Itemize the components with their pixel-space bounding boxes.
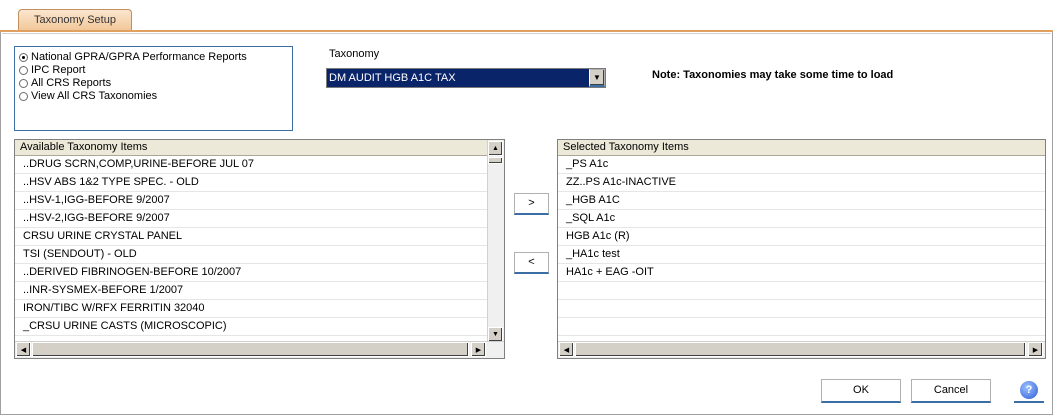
radio-all-crs-reports[interactable]: All CRS Reports [19,77,111,90]
radio-dot-icon[interactable] [19,92,28,101]
radio-label: National GPRA/GPRA Performance Reports [31,51,247,63]
vertical-scrollbar[interactable]: ▲ ▼ [487,140,504,342]
remove-item-button[interactable]: < [514,252,549,274]
taxonomy-label: Taxonomy [329,48,380,60]
taxonomy-dropdown[interactable]: DM AUDIT HGB A1C TAX ▼ [326,68,606,88]
horizontal-scrollbar[interactable]: ◀ ▶ [558,341,1045,358]
tab-underline [0,30,1053,32]
radio-label: All CRS Reports [31,77,112,89]
list-item[interactable]: ..HSV ABS 1&2 TYPE SPEC. - OLD [15,174,504,192]
list-item[interactable]: TSI (SENDOUT) - OLD [15,246,504,264]
taxonomy-value: DM AUDIT HGB A1C TAX [329,72,456,84]
load-note: Note: Taxonomies may take some time to l… [652,69,894,81]
scroll-up-icon[interactable]: ▲ [488,141,503,156]
scroll-thumb[interactable] [32,342,469,357]
available-rows: ..DRUG SCRN,COMP,URINE-BEFORE JUL 07 ..H… [15,156,504,336]
radio-label: View All CRS Taxonomies [31,90,158,102]
list-item[interactable]: IRON/TIBC W/RFX FERRITIN 32040 [15,300,504,318]
ok-button[interactable]: OK [821,379,901,403]
list-item[interactable]: ..HSV-2,IGG-BEFORE 9/2007 [15,210,504,228]
scroll-right-icon[interactable]: ▶ [1028,342,1043,357]
list-item[interactable]: CRSU URINE CRYSTAL PANEL [15,228,504,246]
list-item[interactable]: ..DERIVED FIBRINOGEN-BEFORE 10/2007 [15,264,504,282]
list-item[interactable]: ..HSV-1,IGG-BEFORE 9/2007 [15,192,504,210]
list-item[interactable]: ..INR-SYSMEX-BEFORE 1/2007 [15,282,504,300]
available-list-header: Available Taxonomy Items [15,140,504,156]
tab-taxonomy-setup[interactable]: Taxonomy Setup [18,9,132,30]
radio-national-gpra[interactable]: National GPRA/GPRA Performance Reports [19,51,247,64]
radio-label: IPC Report [31,64,86,76]
list-item[interactable]: HA1c + EAG -OIT [558,264,1045,282]
add-item-button[interactable]: > [514,193,549,215]
scroll-right-icon[interactable]: ▶ [471,342,486,357]
radio-ipc-report[interactable]: IPC Report [19,64,85,77]
scroll-left-icon[interactable]: ◀ [16,342,31,357]
selected-rows: _PS A1c ZZ..PS A1c-INACTIVE _HGB A1C _SQ… [558,156,1045,336]
report-type-group: National GPRA/GPRA Performance Reports I… [14,46,293,131]
list-item[interactable]: _SQL A1c [558,210,1045,228]
list-item[interactable]: _CRSU URINE CASTS (MICROSCOPIC) [15,318,504,336]
cancel-button[interactable]: Cancel [911,379,991,403]
selected-taxonomy-list[interactable]: Selected Taxonomy Items _PS A1c ZZ..PS A… [557,139,1046,359]
available-taxonomy-list[interactable]: Available Taxonomy Items ..DRUG SCRN,COM… [14,139,505,359]
list-item[interactable]: ..DRUG SCRN,COMP,URINE-BEFORE JUL 07 [15,156,504,174]
list-item[interactable]: _HGB A1C [558,192,1045,210]
chevron-down-icon[interactable]: ▼ [589,69,605,87]
horizontal-scrollbar[interactable]: ◀ ▶ [15,341,504,358]
list-item[interactable]: ZZ..PS A1c-INACTIVE [558,174,1045,192]
list-item[interactable] [558,318,1045,336]
scroll-down-icon[interactable]: ▼ [488,327,503,342]
help-icon[interactable]: ? [1020,381,1038,399]
radio-view-all-crs[interactable]: View All CRS Taxonomies [19,90,157,103]
radio-dot-icon[interactable] [19,66,28,75]
radio-dot-icon[interactable] [19,79,28,88]
tab-strip: Taxonomy Setup [0,0,1053,30]
radio-dot-icon[interactable] [19,53,28,62]
list-item[interactable]: _PS A1c [558,156,1045,174]
list-item[interactable] [558,282,1045,300]
list-item[interactable] [558,300,1045,318]
scroll-thumb[interactable] [488,157,503,164]
help-button-underline [1014,401,1044,403]
scroll-thumb[interactable] [575,342,1026,357]
list-item[interactable]: HGB A1c (R) [558,228,1045,246]
list-item[interactable]: _HA1c test [558,246,1045,264]
scroll-left-icon[interactable]: ◀ [559,342,574,357]
selected-list-header: Selected Taxonomy Items [558,140,1045,156]
